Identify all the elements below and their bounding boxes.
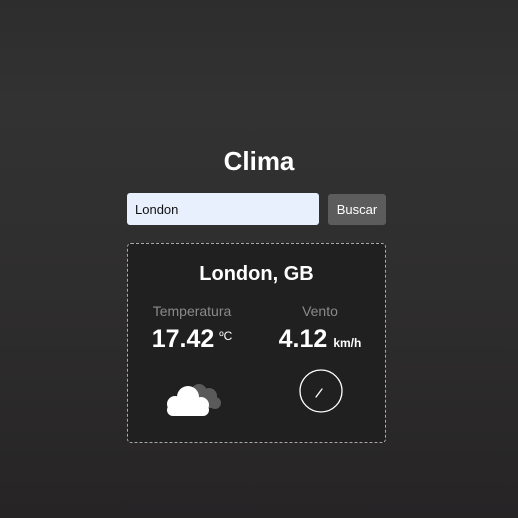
search-button[interactable]: Buscar (328, 194, 386, 225)
wind-direction-needle (315, 388, 323, 398)
app-title: Clima (223, 146, 295, 176)
wind-section: Vento 4.12 km/h (256, 302, 384, 358)
temperature-value: 17.42 (151, 325, 215, 353)
temperature-label: Temperatura (152, 303, 232, 319)
compass-icon (299, 369, 343, 413)
wind-unit: km/h (333, 336, 362, 350)
wind-value-line: 4.12 km/h (256, 324, 384, 358)
wind-value: 4.12 (278, 325, 328, 353)
city-name: London, GB (199, 263, 314, 285)
cloud-icon (167, 384, 221, 416)
temperature-section: Temperatura 17.42 ºC (128, 302, 256, 358)
temperature-unit: ºC (219, 329, 233, 343)
wind-label: Vento (302, 303, 338, 319)
temperature-value-line: 17.42 ºC (128, 324, 256, 358)
weather-card: London, GB Temperatura 17.42 ºC Vento 4.1… (127, 243, 386, 443)
city-search-input[interactable] (127, 193, 319, 225)
